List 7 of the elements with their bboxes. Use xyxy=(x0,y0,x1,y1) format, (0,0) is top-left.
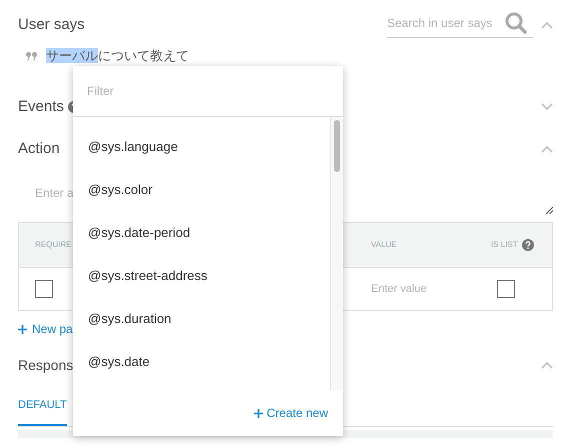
section-title: User says xyxy=(18,14,85,35)
section-title: Respons xyxy=(18,356,74,375)
column-header: VALUE xyxy=(371,239,397,251)
section-title: Events xyxy=(18,96,64,117)
column-header: IS LIST xyxy=(491,239,518,251)
column-header: REQUIRE xyxy=(35,239,72,251)
section-title: Action xyxy=(18,138,60,159)
